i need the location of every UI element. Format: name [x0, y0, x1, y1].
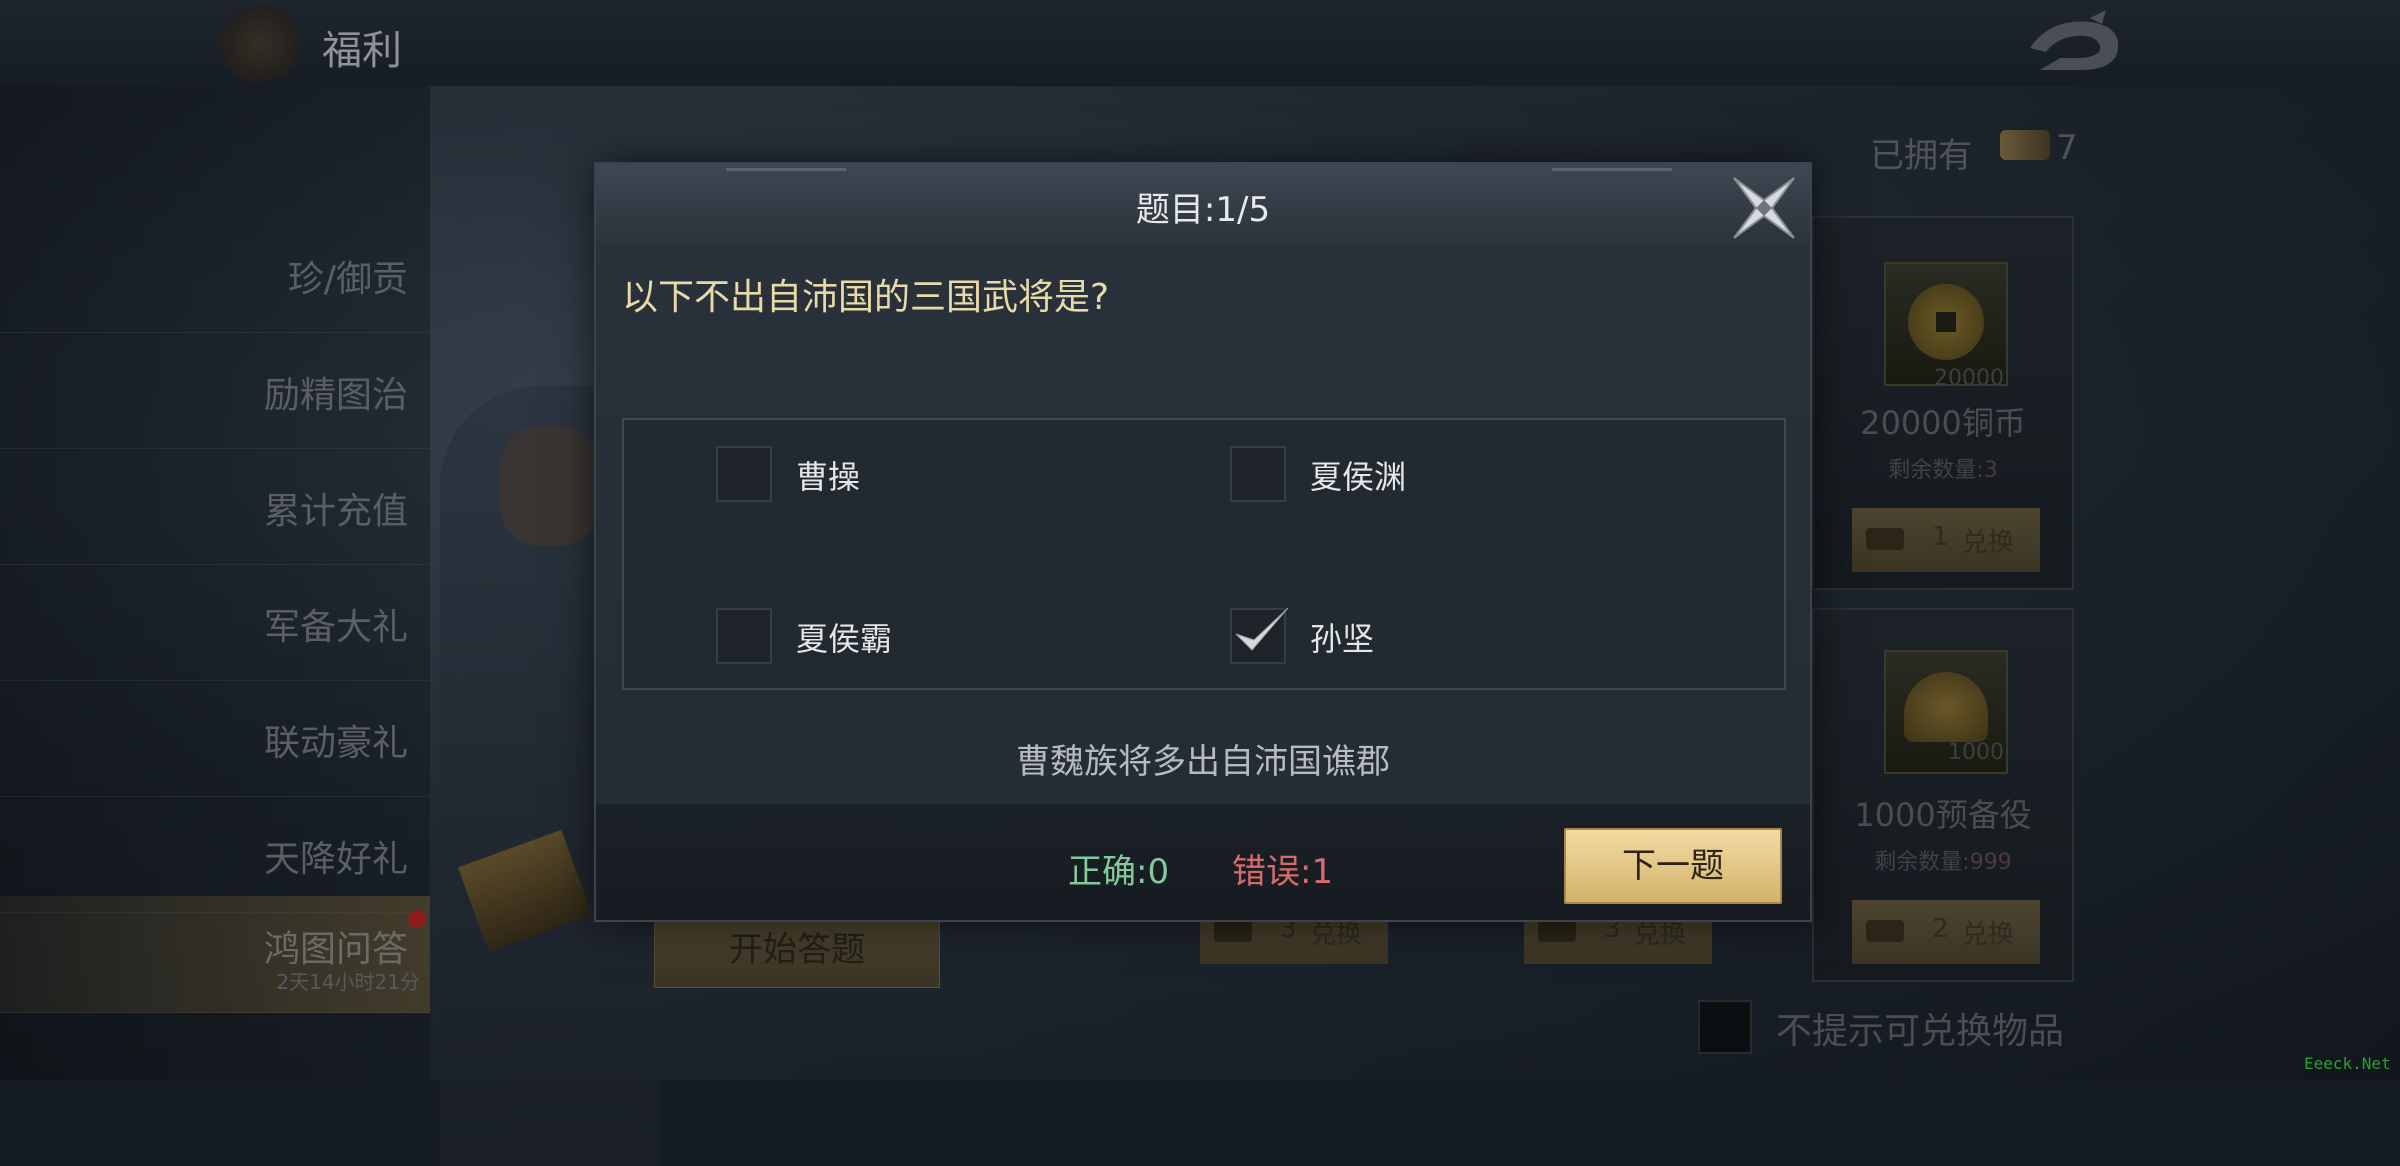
- sidebar-item-military-gift[interactable]: 军备大礼: [0, 564, 430, 681]
- checkmark-icon: [1235, 607, 1289, 651]
- sidebar-item-label: 军备大礼: [263, 607, 408, 648]
- exchange-label: 兑换: [1962, 920, 2015, 950]
- remaining-label: 剩余数量:: [1874, 850, 1970, 875]
- close-button[interactable]: [1726, 170, 1802, 246]
- back-button[interactable]: [2020, 8, 2130, 80]
- option-label: 曹操: [796, 458, 861, 496]
- dialog-header: 题目:1/5: [596, 164, 1810, 244]
- notification-dot: [408, 910, 426, 928]
- reward-card-reserve: 1000 1000预备役 剩余数量:999 2 兑换: [1812, 608, 2074, 982]
- dragon-back-icon: [2030, 10, 2119, 70]
- sidebar-item-quiz[interactable]: 鸿图问答 2天14小时21分: [0, 896, 430, 1013]
- owned-label: 已拥有: [1870, 136, 1972, 176]
- option-label: 夏侯渊: [1310, 458, 1407, 496]
- remaining-count: 剩余数量:3: [1814, 452, 2072, 484]
- general-hand: [500, 426, 600, 546]
- exchange-label: 兑换: [1962, 528, 2015, 558]
- option-checkbox[interactable]: [716, 608, 772, 664]
- reward-card-copper: 20000 20000铜币 剩余数量:3 1 兑换: [1812, 216, 2074, 590]
- answer-hint: 曹魏族将多出自沛国谯郡: [1016, 742, 1390, 782]
- remaining-value: 3: [1983, 458, 1998, 483]
- token-icon: [1214, 920, 1252, 942]
- owned-count: 7: [2056, 128, 2078, 168]
- no-prompt-checkbox[interactable]: [1698, 1000, 1752, 1054]
- helmet-icon: [1904, 672, 1988, 742]
- next-question-label: 下一题: [1622, 846, 1724, 886]
- sidebar-item-recharge[interactable]: 累计充值: [0, 448, 430, 565]
- top-bar: 福利: [0, 0, 2400, 86]
- quiz-dialog: 题目:1/5 以下不出自沛国的三国武将是? 曹操 夏侯渊 夏侯霸 孙坚 曹魏族将…: [594, 162, 1812, 922]
- question-text: 以下不出自沛国的三国武将是?: [622, 277, 1110, 318]
- no-prompt-label: 不提示可兑换物品: [1776, 1011, 2065, 1052]
- option-checkbox[interactable]: [1230, 607, 1289, 664]
- item-quantity: 20000: [1934, 366, 2004, 391]
- token-icon: [1538, 920, 1576, 942]
- option-checkbox[interactable]: [716, 446, 772, 502]
- item-name: 20000铜币: [1860, 404, 2026, 442]
- dialog-footer: 正确:0 错误:1 下一题: [596, 804, 1810, 920]
- sidebar-item-label: 珍/御贡: [287, 259, 408, 300]
- sidebar-item-tribute[interactable]: 珍/御贡: [0, 216, 430, 333]
- sidebar: 珍/御贡 励精图治 累计充值 军备大礼 联动豪礼 天降好礼 鸿图问答 2天14小…: [0, 86, 430, 1080]
- countdown-timer: 2天14小时21分: [276, 970, 420, 994]
- start-quiz-label: 开始答题: [729, 930, 865, 970]
- sidebar-item-label: 鸿图问答: [263, 929, 408, 970]
- sidebar-item-lijing[interactable]: 励精图治: [0, 332, 430, 449]
- option-label: 夏侯霸: [796, 620, 893, 658]
- correct-count: 正确:0: [1068, 852, 1170, 892]
- item-quantity: 1000: [1948, 740, 2004, 765]
- page-title: 福利: [322, 28, 402, 74]
- copper-coin-icon: [1908, 284, 1984, 360]
- close-icon: [1733, 177, 1795, 239]
- sidebar-item-label: 联动豪礼: [263, 723, 408, 764]
- exchange-cost: 2: [1932, 914, 1949, 944]
- option-checkbox[interactable]: [1230, 446, 1286, 502]
- wrong-count: 错误:1: [1232, 852, 1334, 892]
- sidebar-item-label: 天降好礼: [263, 839, 408, 880]
- exchange-button[interactable]: 1 兑换: [1852, 508, 2040, 572]
- remaining-value: 999: [1969, 850, 2012, 875]
- sidebar-item-label: 励精图治: [263, 375, 408, 416]
- option-label: 孙坚: [1310, 620, 1375, 658]
- sidebar-item-label: 累计充值: [263, 491, 408, 532]
- remaining-count: 剩余数量:999: [1814, 844, 2072, 876]
- exchange-button[interactable]: 2 兑换: [1852, 900, 2040, 964]
- dragon-emblem-icon: [220, 6, 300, 82]
- start-quiz-button[interactable]: 开始答题: [654, 912, 940, 988]
- item-name: 1000预备役: [1854, 796, 2032, 834]
- token-icon: [2000, 130, 2050, 160]
- sidebar-item-collab-gift[interactable]: 联动豪礼: [0, 680, 430, 797]
- dialog-title: 题目:1/5: [1135, 190, 1271, 230]
- watermark: Eeeck.Net: [2304, 1054, 2391, 1073]
- remaining-label: 剩余数量:: [1888, 458, 1984, 483]
- token-icon: [1866, 920, 1904, 942]
- token-icon: [1866, 528, 1904, 550]
- next-question-button[interactable]: 下一题: [1564, 828, 1782, 904]
- options-panel: 曹操 夏侯渊 夏侯霸 孙坚: [622, 418, 1786, 690]
- exchange-cost: 1: [1932, 522, 1949, 552]
